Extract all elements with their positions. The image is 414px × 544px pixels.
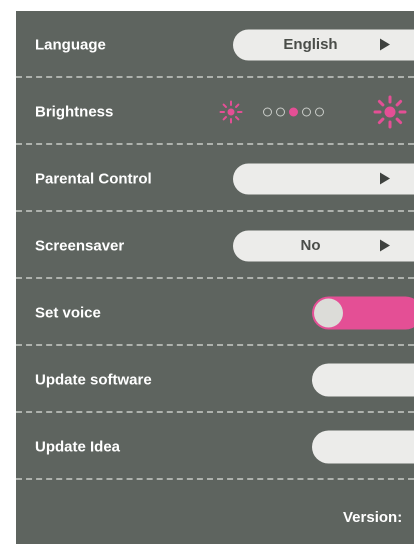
update-software-row: Update software — [16, 346, 414, 413]
sun-small-icon[interactable] — [219, 100, 243, 124]
language-label: Language — [35, 36, 106, 53]
set-voice-toggle[interactable] — [312, 296, 414, 329]
set-voice-row: Set voice — [16, 279, 414, 346]
brightness-row: Brightness — [16, 78, 414, 145]
sun-large-icon[interactable] — [373, 95, 407, 129]
brightness-dot-4[interactable] — [302, 107, 311, 116]
play-arrow-icon — [380, 38, 390, 51]
update-idea-label: Update Idea — [35, 438, 121, 455]
brightness-level-dots[interactable] — [263, 107, 324, 116]
parental-control-selector[interactable] — [233, 163, 414, 194]
play-arrow-icon — [380, 239, 390, 252]
update-software-button[interactable] — [312, 363, 414, 396]
update-software-label: Update software — [35, 371, 152, 388]
brightness-dot-3[interactable] — [289, 107, 298, 116]
brightness-dot-2[interactable] — [276, 107, 285, 116]
update-idea-row: Update Idea — [16, 413, 414, 480]
brightness-dot-1[interactable] — [263, 107, 272, 116]
language-selector[interactable]: English — [233, 29, 414, 60]
screensaver-label: Screensaver — [35, 237, 125, 254]
set-voice-label: Set voice — [35, 304, 101, 321]
screen: Language English Brightness Parental Con… — [0, 0, 414, 544]
toggle-knob — [314, 298, 343, 327]
screensaver-row: Screensaver No — [16, 212, 414, 279]
divider — [16, 478, 414, 480]
update-idea-button[interactable] — [312, 430, 414, 463]
parental-control-label: Parental Control — [35, 170, 152, 187]
brightness-label: Brightness — [35, 103, 114, 120]
language-row: Language English — [16, 11, 414, 78]
screensaver-value: No — [300, 237, 321, 254]
settings-panel: Language English Brightness Parental Con… — [16, 11, 414, 544]
brightness-dot-5[interactable] — [315, 107, 324, 116]
parental-control-row: Parental Control — [16, 145, 414, 212]
version-label: Version: — [343, 509, 403, 526]
language-value: English — [283, 36, 338, 53]
screensaver-selector[interactable]: No — [233, 230, 414, 261]
play-arrow-icon — [380, 172, 390, 185]
